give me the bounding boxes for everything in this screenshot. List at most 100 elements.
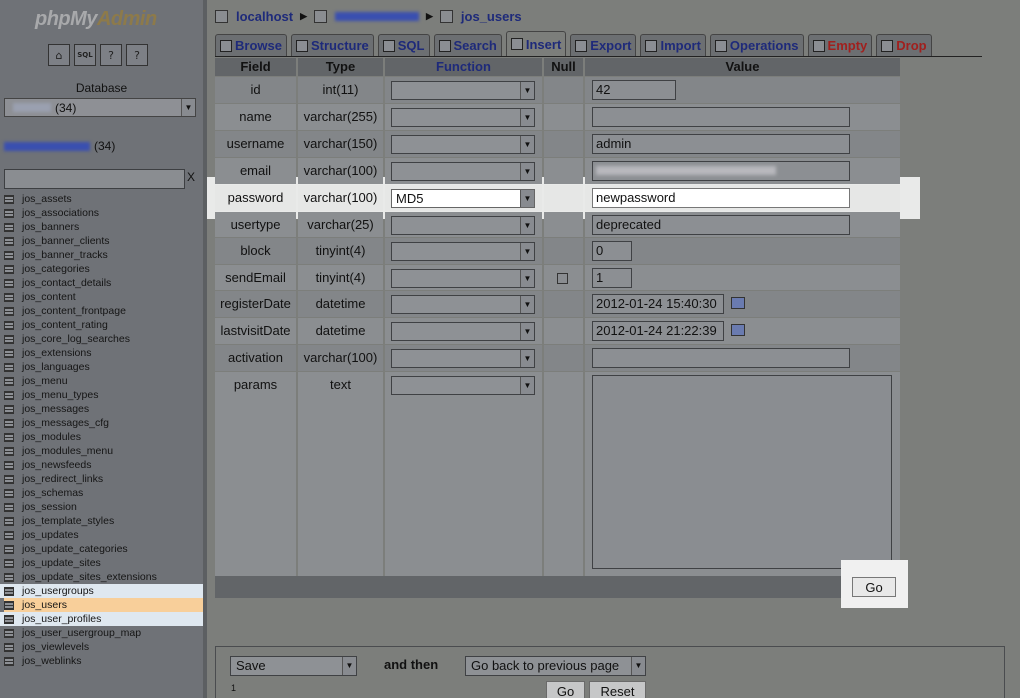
table-icon[interactable] — [4, 586, 14, 596]
table-icon[interactable] — [4, 390, 14, 400]
table-name[interactable]: jos_messages — [22, 402, 89, 416]
table-icon[interactable] — [4, 194, 14, 204]
table-name[interactable]: jos_categories — [22, 262, 90, 276]
table-name[interactable]: jos_schemas — [22, 486, 83, 500]
tab-drop[interactable]: Drop — [876, 34, 932, 56]
tab-export[interactable]: Export — [570, 34, 637, 56]
table-list-item[interactable]: jos_user_usergroup_map — [4, 626, 204, 640]
value-input-password[interactable]: newpassword — [592, 188, 850, 208]
table-name[interactable]: jos_banner_clients — [22, 234, 110, 248]
table-list-item[interactable]: jos_languages — [4, 360, 204, 374]
table-icon[interactable] — [4, 446, 14, 456]
table-list-item[interactable]: jos_core_log_searches — [4, 332, 204, 346]
table-list-item[interactable]: jos_updates — [4, 528, 204, 542]
breadcrumb-table[interactable]: jos_users — [461, 9, 522, 24]
home-icon[interactable]: ⌂ — [48, 44, 70, 66]
table-icon[interactable] — [4, 544, 14, 554]
table-icon[interactable] — [4, 642, 14, 652]
table-list-item[interactable]: jos_schemas — [4, 486, 204, 500]
tab-sql[interactable]: SQL — [377, 34, 430, 56]
table-list-item[interactable]: jos_menu_types — [4, 388, 204, 402]
table-icon[interactable] — [4, 572, 14, 582]
table-list-item[interactable]: jos_template_styles — [4, 514, 204, 528]
table-icon[interactable] — [4, 600, 14, 610]
function-select[interactable]: ▼ — [391, 322, 535, 341]
table-name[interactable]: jos_menu_types — [22, 388, 98, 402]
table-name[interactable]: jos_newsfeeds — [22, 458, 91, 472]
table-list-item[interactable]: jos_banner_tracks — [4, 248, 204, 262]
function-select[interactable]: MD5 ▼ — [391, 189, 535, 208]
table-icon[interactable] — [4, 250, 14, 260]
table-list-item[interactable]: jos_banners — [4, 220, 204, 234]
value-input-block[interactable]: 0 — [592, 241, 632, 261]
value-input-usertype[interactable]: deprecated — [592, 215, 850, 235]
table-list-item[interactable]: jos_extensions — [4, 346, 204, 360]
header-function[interactable]: Function — [385, 58, 542, 76]
function-select[interactable]: ▼ — [391, 376, 535, 395]
table-icon[interactable] — [4, 306, 14, 316]
table-list-item[interactable]: jos_contact_details — [4, 276, 204, 290]
docs-alt-icon[interactable]: ? — [126, 44, 148, 66]
docs-icon[interactable]: ? — [100, 44, 122, 66]
function-select[interactable]: ▼ — [391, 295, 535, 314]
table-name[interactable]: jos_updates — [22, 528, 79, 542]
table-name[interactable]: jos_modules_menu — [22, 444, 113, 458]
frame-divider[interactable] — [203, 0, 207, 698]
table-icon[interactable] — [4, 334, 14, 344]
table-icon[interactable] — [4, 222, 14, 232]
table-name[interactable]: jos_associations — [22, 206, 99, 220]
value-input-activation[interactable] — [592, 348, 850, 368]
reset-button[interactable]: Reset — [589, 681, 646, 698]
value-input-lastvisitdate[interactable]: 2012-01-24 21:22:39 — [592, 321, 724, 341]
table-name[interactable]: jos_user_usergroup_map — [22, 626, 141, 640]
table-name[interactable]: jos_content_frontpage — [22, 304, 126, 318]
tab-operations[interactable]: Operations — [709, 34, 804, 56]
table-icon[interactable] — [4, 264, 14, 274]
table-list-item[interactable]: jos_menu — [4, 374, 204, 388]
table-icon[interactable] — [4, 628, 14, 638]
table-icon[interactable] — [4, 236, 14, 246]
value-input-username[interactable]: admin — [592, 134, 850, 154]
table-name[interactable]: jos_content_rating — [22, 318, 108, 332]
table-icon[interactable] — [4, 376, 14, 386]
table-icon[interactable] — [4, 362, 14, 372]
table-list-item[interactable]: jos_content_frontpage — [4, 304, 204, 318]
table-icon[interactable] — [4, 432, 14, 442]
table-icon[interactable] — [4, 502, 14, 512]
database-select[interactable]: (34) ▼ — [4, 98, 196, 117]
table-icon[interactable] — [4, 614, 14, 624]
null-checkbox[interactable] — [557, 273, 568, 284]
function-select[interactable]: ▼ — [391, 108, 535, 127]
value-input-registerdate[interactable]: 2012-01-24 15:40:30 — [592, 294, 724, 314]
table-icon[interactable] — [4, 460, 14, 470]
table-name[interactable]: jos_update_categories — [22, 542, 128, 556]
tab-browse[interactable]: Browse — [215, 34, 287, 56]
table-icon[interactable] — [4, 208, 14, 218]
table-name[interactable]: jos_template_styles — [22, 514, 114, 528]
table-name[interactable]: jos_banners — [22, 220, 79, 234]
table-name[interactable]: jos_redirect_links — [22, 472, 103, 486]
tab-structure[interactable]: Structure — [290, 34, 374, 56]
table-list-item[interactable]: jos_content — [4, 290, 204, 304]
table-name[interactable]: jos_assets — [22, 192, 72, 206]
tab-import[interactable]: Import — [640, 34, 706, 56]
value-input-email[interactable] — [592, 161, 850, 181]
calendar-icon[interactable] — [731, 297, 745, 309]
table-name[interactable]: jos_viewlevels — [22, 640, 89, 654]
table-list-item[interactable]: jos_update_categories — [4, 542, 204, 556]
table-icon[interactable] — [4, 418, 14, 428]
tab-insert[interactable]: Insert — [505, 31, 567, 56]
table-name[interactable]: jos_update_sites — [22, 556, 101, 570]
value-input-sendemail[interactable]: 1 — [592, 268, 632, 288]
table-list-item[interactable]: jos_content_rating — [4, 318, 204, 332]
table-icon[interactable] — [4, 404, 14, 414]
function-select[interactable]: ▼ — [391, 349, 535, 368]
function-select[interactable]: ▼ — [391, 135, 535, 154]
table-icon[interactable] — [4, 278, 14, 288]
table-icon[interactable] — [4, 348, 14, 358]
table-list-item[interactable]: jos_banner_clients — [4, 234, 204, 248]
table-name[interactable]: jos_languages — [22, 360, 90, 374]
table-list-item[interactable]: jos_associations — [4, 206, 204, 220]
table-list-item[interactable]: jos_modules_menu — [4, 444, 204, 458]
table-name[interactable]: jos_messages_cfg — [22, 416, 109, 430]
